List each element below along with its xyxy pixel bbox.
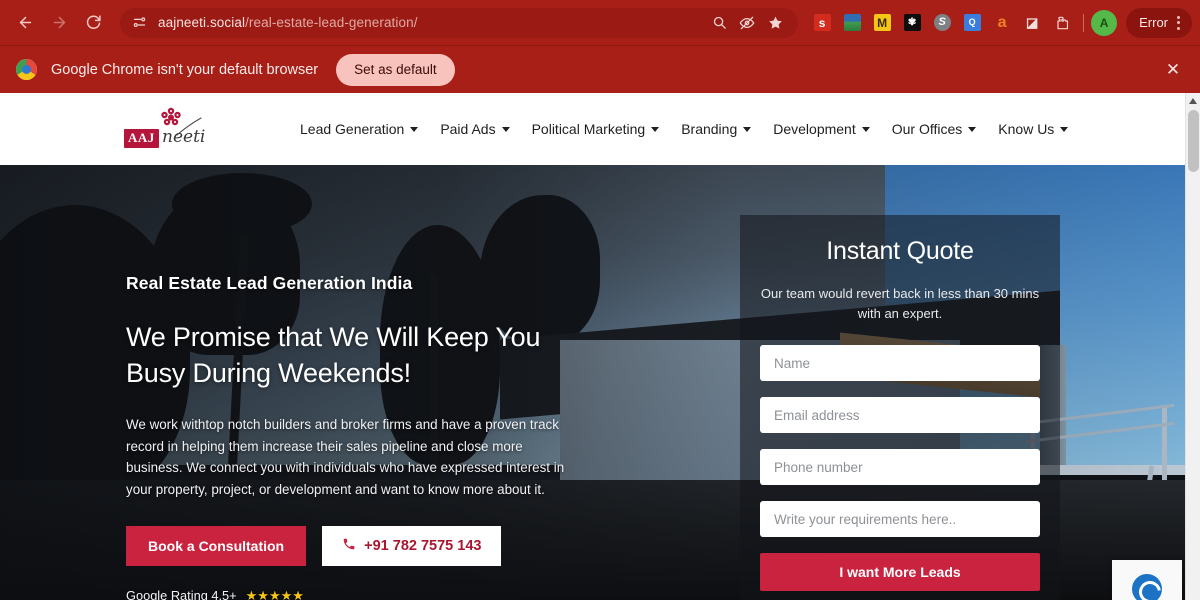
eye-slash-icon[interactable] [734,10,760,36]
nav-label: Lead Generation [300,121,405,137]
submit-leads-button[interactable]: I want More Leads [760,553,1040,591]
book-consultation-button[interactable]: Book a Consultation [126,525,307,566]
scrollbar-thumb[interactable] [1188,110,1199,172]
name-field[interactable] [760,345,1040,381]
quote-panel-title: Instant Quote [826,237,974,265]
reload-icon [85,14,102,31]
forward-arrow-icon [51,14,68,31]
default-browser-infobar: Google Chrome isn't your default browser… [0,45,1200,93]
hero-eyebrow: Real Estate Lead Generation India [126,273,413,293]
nav-item-lead-generation[interactable]: Lead Generation [300,121,419,137]
chevron-down-icon [410,126,419,132]
nav-label: Our Offices [891,121,963,137]
profile-avatar[interactable]: A [1091,9,1118,36]
chevron-down-icon [743,126,752,132]
web-page: AAJ neeti Lead Generation Paid Ads Polit… [0,93,1185,600]
nav-item-paid-ads[interactable]: Paid Ads [440,121,510,137]
toolbar-divider [1083,13,1085,32]
error-label: Error [1139,15,1168,30]
site-settings-icon[interactable] [130,14,148,32]
search-icon[interactable] [706,10,732,36]
bookmark-star-icon[interactable] [762,10,788,36]
photo-extension-icon[interactable] [838,9,866,37]
chrome-logo-icon [16,59,37,80]
nav-item-development[interactable]: Development [773,121,870,137]
chevron-down-icon [968,126,977,132]
aajneeti-logo[interactable]: AAJ neeti [124,107,206,151]
error-status-button[interactable]: Error [1126,7,1192,38]
hero-cta-row: Book a Consultation +91 782 7575 143 [126,525,596,566]
omnibox-actions [706,10,788,36]
m-extension-icon[interactable]: M [868,9,896,37]
logo-script-text: neeti [162,127,206,147]
rating-stars: ★★★★★ [245,587,304,600]
google-docs-extension-icon[interactable]: Q [958,9,986,37]
page-viewport: AAJ neeti Lead Generation Paid Ads Polit… [0,93,1200,600]
recaptcha-badge-icon [1132,574,1162,600]
site-header: AAJ neeti Lead Generation Paid Ads Polit… [0,93,1185,165]
infobar-message: Google Chrome isn't your default browser [51,61,319,78]
grammarly-extension-icon[interactable]: S [928,9,956,37]
hero-copy: Real Estate Lead Generation India We Pro… [126,273,596,600]
logo-mark-text: AAJ [124,129,159,148]
page-title: We Promise that We Will Keep You Busy Du… [126,322,541,388]
quote-panel-subtitle: Our team would revert back in less than … [760,286,1040,321]
hero-description: We work withtop notch builders and broke… [126,416,565,497]
back-button[interactable] [8,6,42,40]
rating-label: Google Rating 4.5+ [126,588,237,600]
main-navigation: Lead Generation Paid Ads Political Marke… [300,121,1069,137]
hero-section: Real Estate Lead Generation India We Pro… [0,165,1185,600]
phone-number-label: +91 782 7575 143 [364,537,482,554]
back-arrow-icon [17,14,34,31]
nav-item-political-marketing[interactable]: Political Marketing [532,121,660,137]
nav-label: Know Us [998,121,1055,137]
scroll-up-arrow-icon[interactable] [1186,93,1200,108]
dark-gear-extension-icon[interactable]: ✾ [898,9,926,37]
instant-quote-panel: Instant Quote Our team would revert back… [740,215,1060,600]
chevron-down-icon [861,126,870,132]
page-scrollbar[interactable] [1185,93,1200,600]
requirements-field[interactable] [760,501,1040,537]
nav-label: Development [773,121,856,137]
semrush-extension-icon[interactable]: s [808,9,836,37]
phone-icon [342,537,356,555]
email-field[interactable] [760,397,1040,433]
nav-label: Paid Ads [440,121,496,137]
extensions-puzzle-icon[interactable] [1048,9,1076,37]
nav-item-know-us[interactable]: Know Us [998,121,1069,137]
extensions-strip: s M ✾ S Q a ◪ A Error [804,7,1192,38]
call-phone-button[interactable]: +91 782 7575 143 [322,525,502,566]
nav-item-branding[interactable]: Branding [681,121,752,137]
phone-field[interactable] [760,449,1040,485]
amazon-extension-icon[interactable]: a [988,9,1016,37]
browser-toolbar: aajneeti.social/real-estate-lead-generat… [0,0,1200,45]
set-as-default-button[interactable]: Set as default [336,53,455,86]
reload-button[interactable] [76,6,110,40]
url-text: aajneeti.social/real-estate-lead-generat… [158,15,418,30]
recaptcha-badge[interactable] [1112,560,1182,600]
three-dot-menu-icon[interactable] [1171,15,1186,30]
address-bar[interactable]: aajneeti.social/real-estate-lead-generat… [120,7,799,38]
forward-button[interactable] [42,6,76,40]
url-path: /real-estate-lead-generation/ [245,15,418,30]
url-domain: aajneeti.social [158,15,246,30]
nav-label: Branding [681,121,738,137]
chevron-down-icon [1060,126,1069,132]
google-rating: Google Rating 4.5+ ★★★★★ [126,588,596,600]
chevron-down-icon [651,126,660,132]
nav-label: Political Marketing [531,121,646,137]
dark-mode-extension-icon[interactable]: ◪ [1018,9,1046,37]
chevron-down-icon [501,126,510,132]
nav-item-our-offices[interactable]: Our Offices [892,121,977,137]
close-icon[interactable]: ✕ [1160,57,1186,83]
